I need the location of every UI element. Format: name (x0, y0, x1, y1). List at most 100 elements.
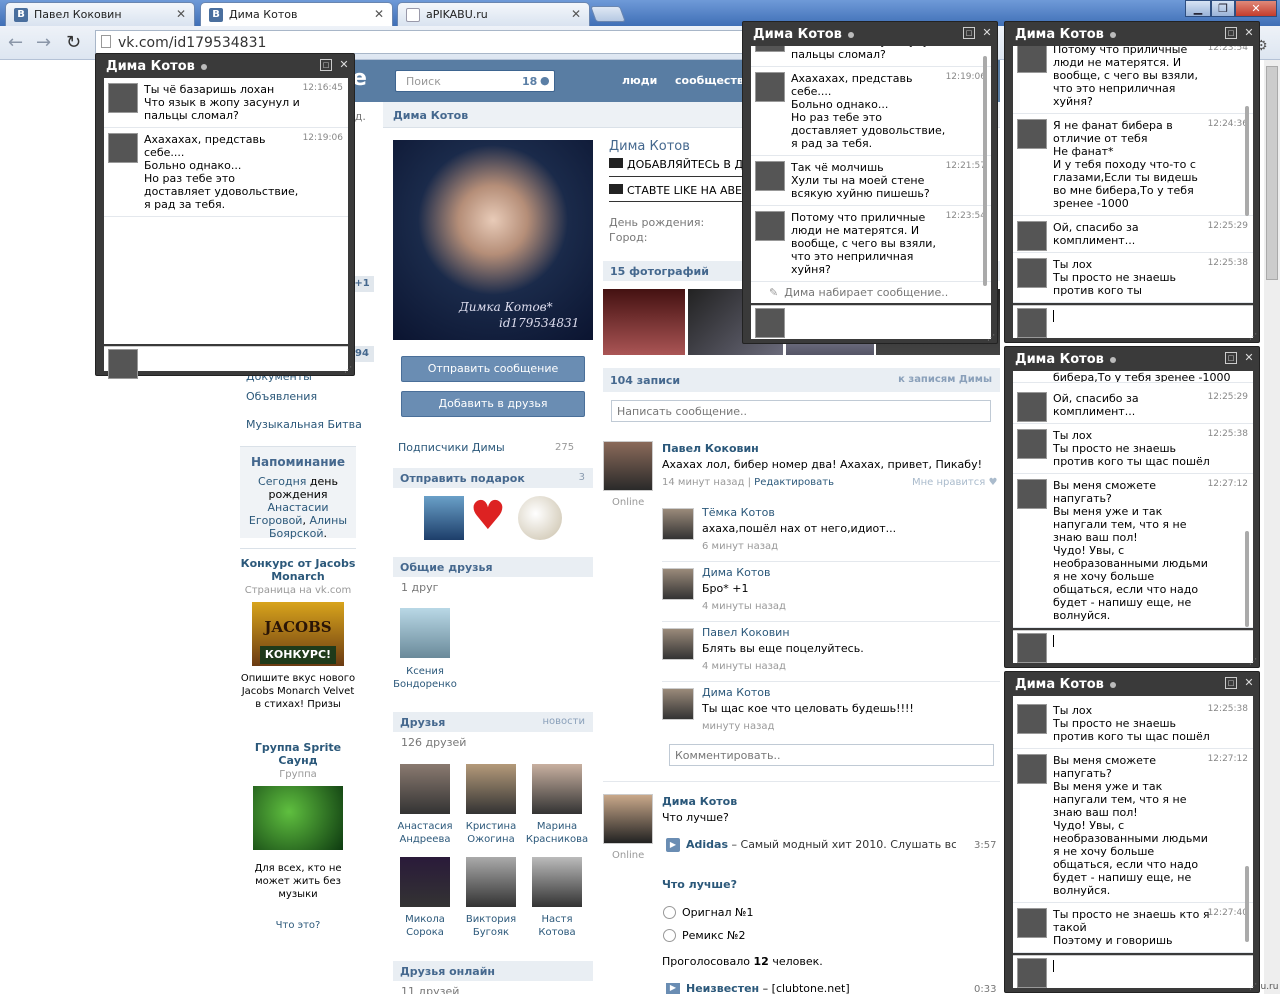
close-icon[interactable]: ✕ (338, 59, 350, 71)
chat-input[interactable] (1013, 630, 1253, 663)
close-tab-icon[interactable]: ✕ (374, 7, 384, 21)
back-icon[interactable]: ← (8, 32, 23, 53)
chat-avatar[interactable] (755, 211, 785, 241)
comment-time[interactable]: минуту назад (702, 721, 774, 732)
nav-people[interactable]: люди (622, 74, 657, 87)
comment-avatar[interactable] (662, 508, 694, 540)
chat-input[interactable] (104, 346, 348, 379)
close-icon[interactable]: ✕ (1243, 352, 1255, 364)
friends-header[interactable]: Друзья новости (393, 712, 593, 732)
chat-scrollbar[interactable] (1245, 866, 1249, 942)
chat-avatar[interactable] (108, 83, 138, 113)
ad-sprite[interactable]: Группа Sprite Саунд Группа Для всех, кто… (240, 741, 356, 901)
gift-heart-icon[interactable]: ♥ (470, 496, 514, 540)
wall-header[interactable]: 104 записи к записям Димы (603, 368, 1000, 392)
friend-avatar[interactable] (532, 764, 582, 814)
resize-grip-icon[interactable]: ⋰ (1249, 982, 1257, 991)
friend-name[interactable]: Ксения Бондоренко (393, 665, 457, 691)
chat-avatar[interactable] (1017, 479, 1047, 509)
expand-icon[interactable]: □ (1225, 677, 1237, 689)
friend-avatar[interactable] (466, 857, 516, 907)
close-tab-icon[interactable]: ✕ (176, 7, 186, 21)
comment-author[interactable]: Тёмка Котов (702, 506, 775, 519)
tab-dima[interactable]: В Дима Котов ✕ (200, 2, 393, 26)
friend-name[interactable]: Кристина Ожогина (458, 820, 524, 846)
comment-author[interactable]: Дима Котов (702, 686, 770, 699)
friend-name[interactable]: Анастасия Андреева (392, 820, 458, 846)
friend-name[interactable]: Микола Сорока (392, 913, 458, 939)
resize-grip-icon[interactable]: ⋰ (1249, 657, 1257, 666)
gift-troll-icon[interactable] (518, 496, 562, 540)
friend-avatar[interactable] (466, 764, 516, 814)
online-friends-header[interactable]: Друзья онлайн (393, 961, 593, 981)
poll-radio[interactable] (663, 929, 676, 942)
friend-avatar[interactable] (400, 764, 450, 814)
send-message-button[interactable]: Отправить сообщение (401, 356, 585, 382)
chat-window[interactable]: Дима Котов □ ✕ 12:16:45Ты чё базаришь лохан… (742, 21, 998, 344)
url-input[interactable]: vk.com/id179534831 (95, 30, 755, 54)
chat-avatar[interactable] (755, 161, 785, 191)
comment-time[interactable]: 6 минут назад (702, 541, 778, 552)
chat-window[interactable]: Дима Котов □ ✕ 12:25:38 Ты лох Ты просто не … (1004, 671, 1260, 993)
resize-grip-icon[interactable]: ⋰ (344, 365, 352, 374)
nav-communities[interactable]: сообщества (675, 74, 751, 87)
forward-icon[interactable]: → (36, 32, 51, 53)
expand-icon[interactable]: □ (1225, 352, 1237, 364)
friend-name[interactable]: Настя Котова (524, 913, 590, 939)
comment-input[interactable]: Комментировать.. (669, 744, 994, 766)
post-author[interactable]: Дима Котов (662, 795, 737, 808)
comment-time[interactable]: 4 минуты назад (702, 661, 786, 672)
page-scrollbar[interactable] (1264, 60, 1280, 994)
chat-input[interactable] (751, 305, 991, 339)
resize-grip-icon[interactable]: ⋰ (1249, 332, 1257, 341)
close-window-button[interactable]: ✕ (1235, 0, 1277, 17)
comment-time[interactable]: 4 минуты назад (702, 601, 786, 612)
resize-grip-icon[interactable]: ⋰ (987, 333, 995, 342)
close-icon[interactable]: ✕ (1243, 27, 1255, 39)
gift-header[interactable]: Отправить подарок 3 (393, 468, 593, 488)
post-author[interactable]: Павел Коковин (662, 442, 759, 455)
close-icon[interactable]: ✕ (981, 27, 993, 39)
friend-avatar[interactable] (400, 608, 450, 658)
chat-avatar[interactable] (1017, 704, 1047, 734)
tab-pavel[interactable]: В Павел Коковин ✕ (5, 2, 195, 26)
ad-jacobs[interactable]: Конкурс от Jacobs Monarch Страница на vk… (240, 557, 356, 711)
comment-avatar[interactable] (662, 568, 694, 600)
close-icon[interactable]: ✕ (1243, 677, 1255, 689)
poll-option[interactable]: Оригнал №1 (682, 906, 753, 919)
play-icon[interactable]: ▶ (666, 838, 680, 852)
poll-option[interactable]: Ремикс №2 (682, 929, 745, 942)
comment-avatar[interactable] (662, 688, 694, 720)
tab-pikabu[interactable]: aPIKABU.ru ✕ (397, 2, 590, 26)
subscribers-link[interactable]: Подписчики Димы (398, 441, 505, 454)
chat-window[interactable]: Дима Котов □ ✕ бибера,То у тебя зренее -100… (1004, 346, 1260, 668)
chat-avatar[interactable] (1017, 392, 1047, 422)
audio-track[interactable]: Неизвестен – [clubtone.net] (686, 982, 850, 994)
common-friends-header[interactable]: Общие друзья (393, 557, 593, 577)
chat-avatar[interactable] (1017, 754, 1047, 784)
expand-icon[interactable]: □ (963, 27, 975, 39)
poll-radio[interactable] (663, 906, 676, 919)
friend-name[interactable]: Марина Красникова (524, 820, 590, 846)
author-avatar[interactable] (603, 794, 653, 844)
expand-icon[interactable]: □ (320, 59, 332, 71)
chat-scrollbar[interactable] (1245, 531, 1249, 627)
reload-icon[interactable]: ↻ (66, 32, 81, 53)
chat-avatar[interactable] (1017, 258, 1047, 288)
chat-avatar[interactable] (1017, 46, 1047, 73)
chat-input[interactable] (1013, 955, 1253, 988)
maximize-button[interactable]: ❐ (1211, 0, 1235, 17)
comment-author[interactable]: Дима Котов (702, 566, 770, 579)
chat-avatar[interactable] (1017, 221, 1047, 251)
photo-thumb[interactable] (603, 289, 685, 355)
new-tab-button[interactable] (590, 6, 626, 22)
search-input[interactable]: Поиск 18 ● (395, 70, 555, 92)
chat-avatar[interactable] (1017, 908, 1047, 938)
gift-xray-icon[interactable] (424, 496, 464, 540)
audio-track[interactable]: Adidas – Самый модный хит 2010. Слушать … (686, 838, 956, 851)
chat-avatar[interactable] (1017, 119, 1047, 149)
comment-author[interactable]: Павел Коковин (702, 626, 790, 639)
chat-scrollbar[interactable] (983, 56, 987, 286)
what-is-this-link[interactable]: Что это? (240, 920, 356, 931)
friend-avatar[interactable] (532, 857, 582, 907)
